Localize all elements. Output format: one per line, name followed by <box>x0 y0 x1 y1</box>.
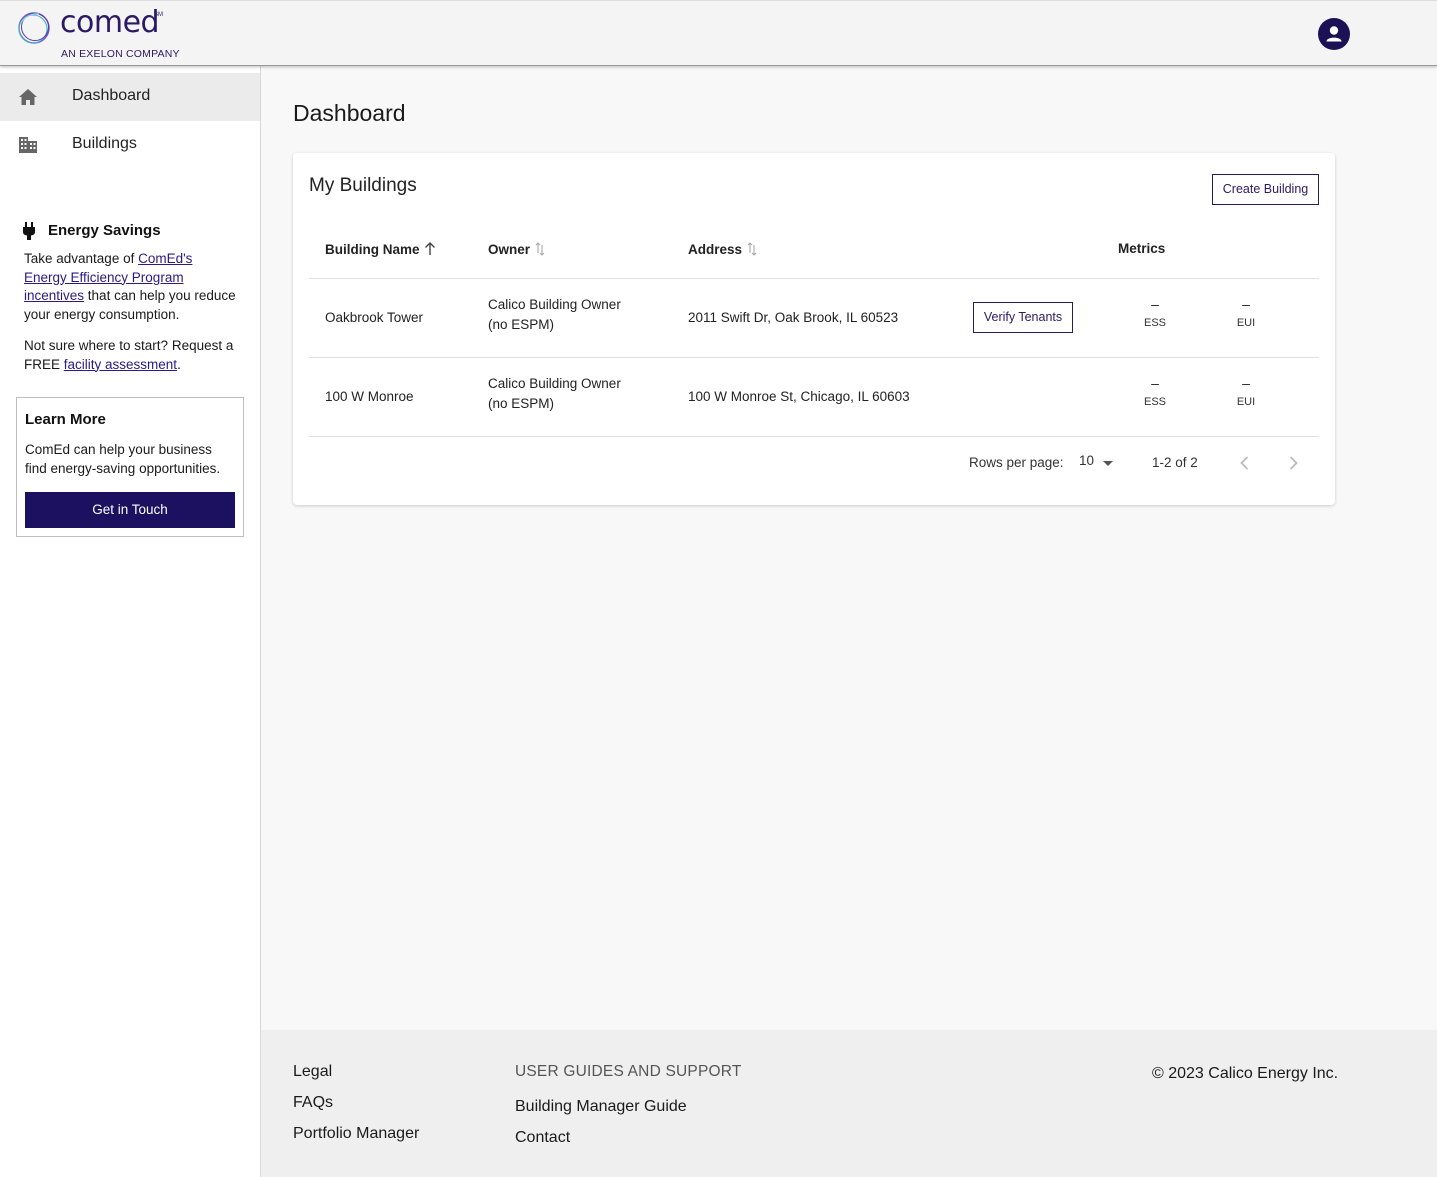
comed-logo[interactable]: comed SM AN EXELON COMPANY <box>15 5 195 63</box>
address-cell: 100 W Monroe St, Chicago, IL 60603 <box>688 389 910 404</box>
eui-label: EUI <box>1236 317 1256 329</box>
eui-value: – <box>1242 375 1250 391</box>
learn-more-text: ComEd can help your business find energy… <box>25 442 221 476</box>
footer-section-heading: USER GUIDES AND SUPPORT <box>515 1063 742 1080</box>
column-header-metrics: Metrics <box>1118 241 1165 256</box>
footer-link-building-manager-guide[interactable]: Building Manager Guide <box>515 1098 687 1116</box>
account-circle-icon <box>1326 26 1342 42</box>
ess-label: ESS <box>1143 317 1166 329</box>
sidebar-item-label: Dashboard <box>72 87 151 104</box>
logo-service-mark: SM <box>154 12 163 18</box>
owner-cell-line1: Calico Building Owner <box>488 376 621 391</box>
eui-metric: – EUI <box>1226 297 1266 329</box>
facility-assessment-text: Not sure where to start? Request a FREE … <box>24 337 236 374</box>
sidebar-item-dashboard[interactable]: Dashboard <box>0 73 260 121</box>
footer-link-portfolio-manager[interactable]: Portfolio Manager <box>293 1125 419 1143</box>
divider <box>309 357 1319 358</box>
ess-value: – <box>1151 296 1159 312</box>
verify-tenants-button[interactable]: Verify Tenants <box>973 302 1073 333</box>
create-building-button[interactable]: Create Building <box>1212 174 1319 205</box>
facility-assessment-link[interactable]: facility assessment <box>64 357 177 372</box>
rows-per-page-select[interactable]: 10 <box>1079 453 1119 473</box>
building-name-cell: 100 W Monroe <box>325 389 414 404</box>
footer-link-legal[interactable]: Legal <box>293 1063 332 1081</box>
column-header-address[interactable]: Address <box>688 242 758 257</box>
previous-page-button[interactable] <box>1233 451 1257 475</box>
divider <box>309 436 1319 437</box>
sort-ascending-icon <box>424 242 435 255</box>
energy-savings-title: Energy Savings <box>48 222 161 239</box>
owner-cell-line2: (no ESPM) <box>488 317 555 332</box>
divider <box>309 278 1319 279</box>
owner-cell-line2: (no ESPM) <box>488 396 555 411</box>
building-icon <box>19 137 37 153</box>
rows-per-page-value: 10 <box>1079 453 1095 468</box>
footer-link-contact[interactable]: Contact <box>515 1129 570 1147</box>
sidebar-item-label: Buildings <box>72 135 137 152</box>
column-header-label: Address <box>688 242 743 257</box>
footer-link-faqs[interactable]: FAQs <box>293 1094 333 1112</box>
card-title: My Buildings <box>309 175 417 196</box>
sidebar: Dashboard Buildings Energy Savings Take … <box>0 66 261 1177</box>
column-header-owner[interactable]: Owner <box>488 242 546 257</box>
pagination-range: 1-2 of 2 <box>1152 455 1198 470</box>
sort-unsorted-icon <box>747 242 757 256</box>
energy-text-prefix: Take advantage of <box>24 251 139 266</box>
home-icon <box>19 89 37 105</box>
ess-value: – <box>1151 375 1159 391</box>
ess-metric: – ESS <box>1135 376 1175 408</box>
sidebar-item-buildings[interactable]: Buildings <box>0 121 260 169</box>
chevron-right-icon <box>1289 456 1298 470</box>
comed-logo-ring-icon <box>18 12 50 44</box>
logo-tagline: AN EXELON COMPANY <box>61 48 180 60</box>
eui-value: – <box>1242 296 1250 312</box>
page-title: Dashboard <box>293 100 406 126</box>
assessment-text-suffix: . <box>177 356 181 372</box>
owner-cell-line1: Calico Building Owner <box>488 297 621 312</box>
energy-savings-text: Take advantage of ComEd's Energy Efficie… <box>24 250 236 324</box>
column-header-label: Owner <box>488 242 531 257</box>
sort-unsorted-icon <box>535 242 545 256</box>
copyright: © 2023 Calico Energy Inc. <box>1152 1065 1339 1082</box>
learn-more-panel: Learn More ComEd can help your business … <box>16 397 244 537</box>
plug-icon <box>23 222 35 240</box>
address-cell: 2011 Swift Dr, Oak Brook, IL 60523 <box>688 310 899 325</box>
learn-more-title: Learn More <box>25 411 106 428</box>
building-name-cell: Oakbrook Tower <box>325 310 424 325</box>
column-header-building-name[interactable]: Building Name <box>325 242 436 257</box>
next-page-button[interactable] <box>1281 451 1305 475</box>
app-header: comed SM AN EXELON COMPANY <box>0 0 1437 66</box>
user-account-button[interactable] <box>1318 18 1350 50</box>
rows-per-page-label: Rows per page: <box>969 455 1064 470</box>
chevron-down-icon <box>1103 461 1113 466</box>
ess-label: ESS <box>1143 396 1166 408</box>
footer: Legal FAQs Portfolio Manager USER GUIDES… <box>261 1030 1437 1177</box>
get-in-touch-button[interactable]: Get in Touch <box>25 492 235 528</box>
column-header-label: Metrics <box>1118 241 1166 256</box>
column-header-label: Building Name <box>325 242 420 257</box>
eui-metric: – EUI <box>1226 376 1266 408</box>
eui-label: EUI <box>1236 396 1256 408</box>
my-buildings-card: My Buildings Create Building Building Na… <box>293 153 1335 505</box>
ess-metric: – ESS <box>1135 297 1175 329</box>
logo-wordmark: comed <box>60 5 160 40</box>
chevron-left-icon <box>1240 456 1249 470</box>
